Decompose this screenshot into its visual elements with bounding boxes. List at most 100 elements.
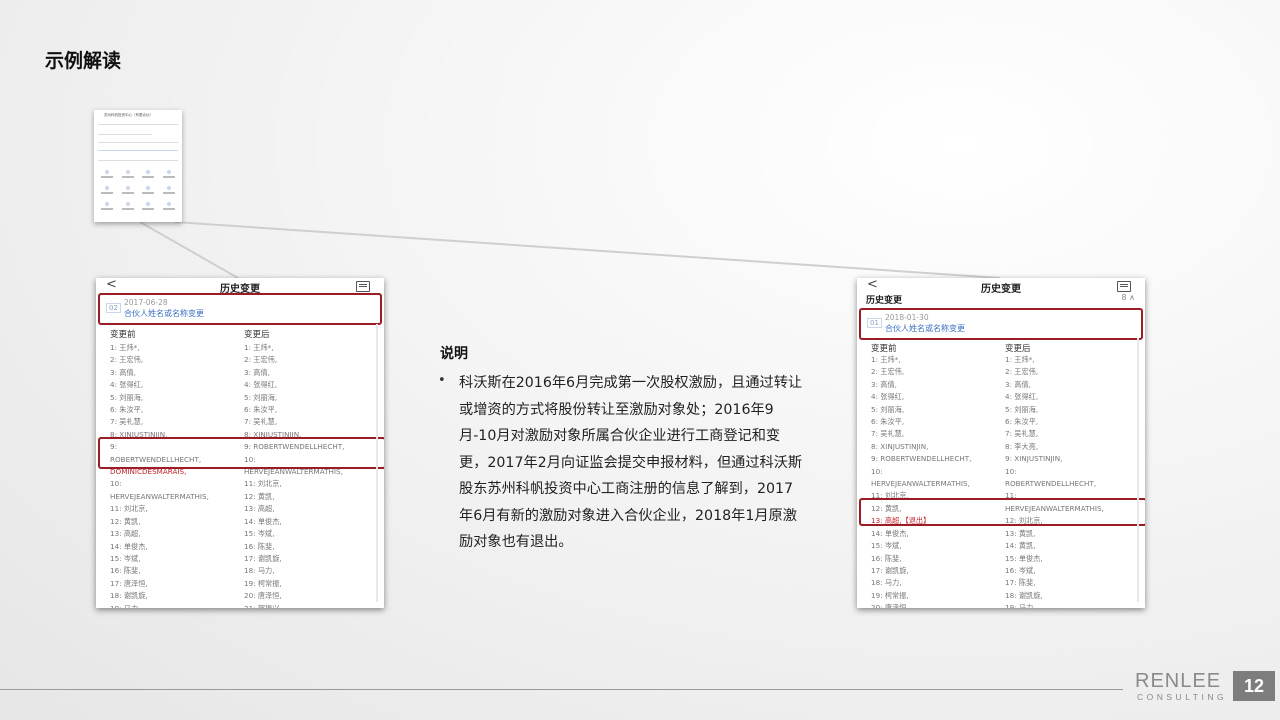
list-item: 4: 张得红,: [244, 380, 278, 390]
thumbnail-divider: [98, 150, 178, 151]
list-item: 4: 张得红,: [871, 392, 905, 402]
nav-bar: < 历史变更: [857, 278, 1145, 295]
thumbnail-icon: [105, 186, 110, 190]
after-column-header: 变更后: [244, 330, 270, 340]
list-item: 8: XINJUSTINJIN,: [871, 441, 929, 451]
list-item: 3: 高倩,: [871, 379, 897, 389]
list-item: 6: 朱汝平,: [244, 405, 278, 415]
history-change-screenshot-2018: < 历史变更 历史变更 8 ∧ 01 2018-01-30 合伙人姓名或名称变更…: [857, 278, 1145, 608]
list-item: 3: 高倩,: [110, 367, 136, 377]
thumbnail-icon: [125, 202, 130, 206]
list-item: 21: 郭振兴,: [244, 603, 344, 608]
list-item: 14: 单俊杰,: [110, 541, 148, 551]
list-item: 1: 王炜*,: [244, 343, 274, 352]
list-item: 9: ROBERTWENDELLHECHT,: [871, 454, 972, 464]
list-item: 5: 刘丽海,: [244, 392, 278, 402]
list-item: 15: 单俊杰,: [1005, 553, 1043, 563]
section-title: 历史变更: [866, 296, 903, 306]
list-item: 14: 黄凯,: [1005, 541, 1036, 551]
list-item: 5: 刘丽海,: [110, 392, 144, 402]
thumbnail-icon: [166, 186, 171, 190]
list-item: 19: 柯常振,: [244, 578, 282, 588]
menu-icon[interactable]: [356, 281, 370, 292]
list-item: 9: XINJUSTINJIN,: [1005, 454, 1063, 464]
thumbnail-divider: [98, 124, 178, 125]
scrollbar[interactable]: [1137, 338, 1139, 602]
list-item: 18: 马力,: [871, 578, 902, 588]
thumbnail-icon: [146, 170, 151, 174]
before-column-header: 变更前: [871, 344, 897, 354]
before-column-header: 变更前: [110, 330, 136, 340]
collapse-control[interactable]: 8 ∧: [1122, 293, 1136, 302]
brand-tagline: CONSULTING: [1137, 692, 1228, 702]
nav-bar: < 历史变更: [96, 278, 384, 295]
thumbnail-divider: [98, 134, 152, 135]
thumbnail-cell: [119, 170, 138, 180]
list-item: 19: 马力,: [110, 603, 209, 608]
list-item: 10:: [871, 466, 883, 476]
thumbnail-icon: [166, 202, 171, 206]
list-item: HERVEJEANWALTERMATHIS,: [871, 479, 970, 489]
list-item: 18: 马力,: [244, 566, 275, 576]
list-item: 8: 李大亮,: [1005, 441, 1039, 451]
thumbnail-cell: [139, 202, 158, 212]
thumbnail-cell: [98, 186, 117, 196]
record-date: 2018-01-30: [885, 313, 929, 322]
list-item: 16: 陈斐,: [871, 553, 902, 563]
record-title: 合伙人姓名或名称变更: [124, 309, 204, 318]
list-item: 4: 张得红,: [1005, 392, 1039, 402]
list-item: HERVEJEANWALTERMATHIS,: [110, 491, 209, 501]
thumbnail-cell: [160, 170, 179, 180]
list-item: 16: 岑斌,: [1005, 565, 1036, 575]
thumbnail-cell: [160, 202, 179, 212]
thumbnail-divider: [98, 142, 178, 143]
name-change-highlight: [98, 437, 384, 469]
record-title: 合伙人姓名或名称变更: [885, 324, 965, 333]
before-list: 1: 王炜*, 2: 王宏伟, 3: 高倩, 4: 张得红, 5: 刘丽海, 6: 朱汝平…: [110, 342, 209, 608]
footer-divider: [0, 689, 1123, 690]
list-item: 6: 朱汝平,: [110, 405, 144, 415]
list-item: 2: 王宏伟,: [871, 367, 905, 377]
list-item: 15: 岑斌,: [110, 553, 141, 563]
company-page-thumbnail: 苏州科帆投资中心（有限合伙）: [94, 110, 182, 222]
list-item: 14: 单俊杰,: [244, 516, 282, 526]
thumbnail-cell: [160, 186, 179, 196]
list-item: 7: 吴礼慧,: [110, 417, 144, 427]
list-item: 15: 岑斌,: [244, 529, 275, 539]
list-item: 16: 陈斐,: [110, 566, 141, 576]
list-item: 5: 刘丽海,: [871, 404, 905, 414]
list-item: 3: 高倩,: [1005, 379, 1031, 389]
list-item: 13: 高超,: [110, 529, 141, 539]
note-heading: 说明: [440, 346, 468, 362]
list-item: 13: 黄凯,: [1005, 528, 1036, 538]
thumbnail-cell: [98, 170, 117, 180]
list-item: 10:: [1005, 466, 1017, 476]
list-item: 12: 黄凯,: [110, 516, 141, 526]
thumbnail-icon: [125, 170, 130, 174]
menu-icon[interactable]: [1117, 281, 1131, 292]
list-item: 15: 岑斌,: [871, 541, 902, 551]
after-list: 1: 王炜*, 2: 王宏伟, 3: 高倩, 4: 张得红, 5: 刘丽海, 6: 朱汝平…: [244, 342, 344, 608]
list-item: 16: 陈斐,: [244, 541, 275, 551]
list-item: 7: 吴礼慧,: [1005, 429, 1039, 439]
list-item: 2: 王宏伟,: [244, 355, 278, 365]
list-item: 7: 吴礼慧,: [244, 417, 278, 427]
list-item: 6: 朱汝平,: [1005, 417, 1039, 427]
thumbnail-icon: [146, 202, 151, 206]
exit-record-highlight: [859, 498, 1145, 526]
brand-logo: RENLEE: [1135, 670, 1222, 692]
thumbnail-icon: [105, 202, 110, 206]
list-item: 7: 吴礼慧,: [871, 429, 905, 439]
list-item: 5: 刘丽海,: [1005, 404, 1039, 414]
change-record-highlight[interactable]: 01 2018-01-30 合伙人姓名或名称变更: [859, 308, 1143, 340]
scrollbar[interactable]: [376, 324, 378, 602]
list-item: 2: 王宏伟,: [1005, 367, 1039, 377]
list-item: 20: 唐泽恒,: [244, 591, 282, 601]
list-item: 13: 高超,: [244, 504, 275, 514]
thumbnail-icon: [146, 186, 151, 190]
change-record-highlight[interactable]: 02 2017-06-28 合伙人姓名或名称变更: [98, 293, 382, 325]
after-column-header: 变更后: [1005, 344, 1031, 354]
thumbnail-title: 苏州科帆投资中心（有限合伙）: [104, 113, 153, 117]
thumbnail-cell: [139, 186, 158, 196]
list-item: 11: 刘北京,: [110, 504, 148, 514]
